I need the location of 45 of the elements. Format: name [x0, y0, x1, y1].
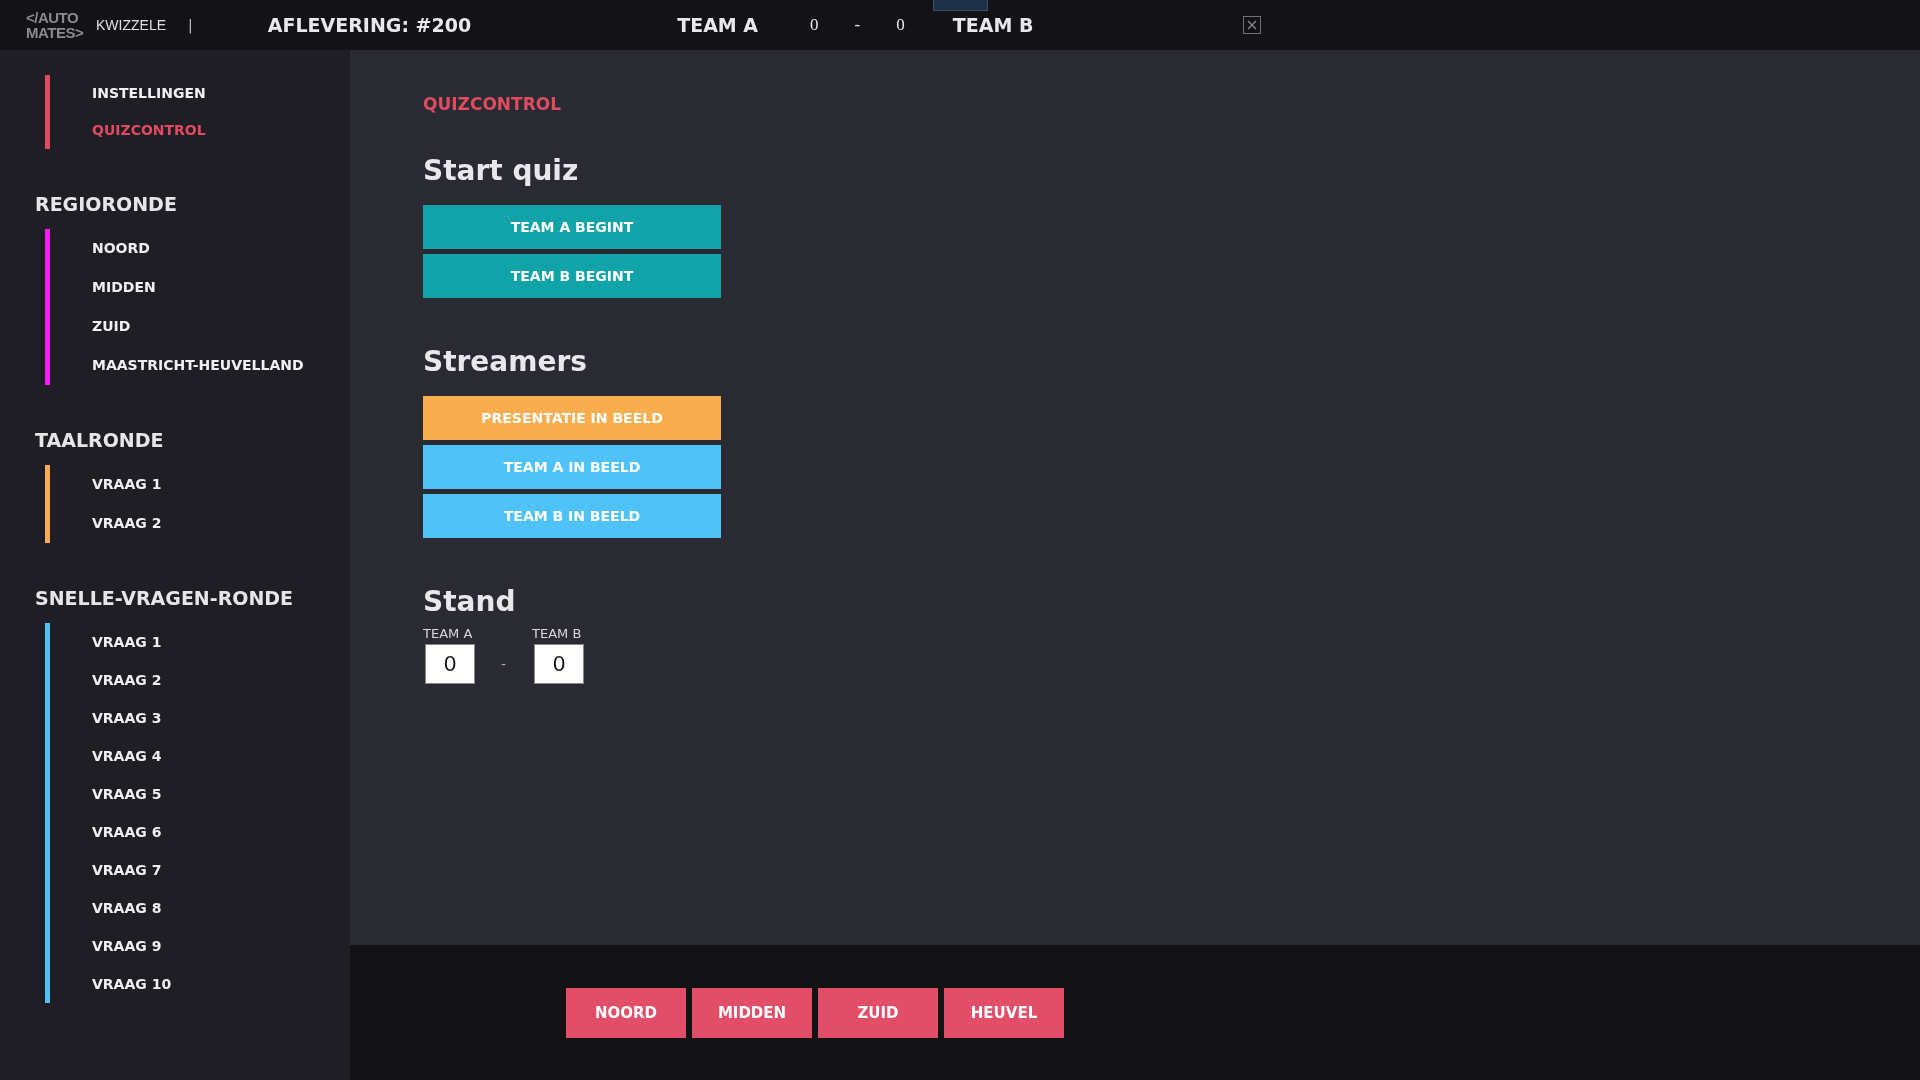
score: 0 [896, 15, 905, 35]
close-icon [1246, 19, 1259, 31]
section-heading: TAALRONDE [35, 429, 165, 451]
sidebar-item[interactable]: MIDDEN [92, 268, 304, 307]
team-label: TEAM A [423, 626, 474, 641]
sidebar-item[interactable]: ZUID [92, 307, 304, 346]
sidebar-item[interactable]: VRAAG 9 [92, 927, 172, 965]
score: 0 [810, 15, 819, 35]
sidebar-item[interactable]: VRAAG 6 [92, 813, 172, 851]
region-button[interactable]: HEUVEL [944, 987, 1064, 1038]
separator: | [188, 17, 193, 33]
episode-title: AFLEVERING: #200 [267, 14, 472, 36]
close-button[interactable] [1243, 16, 1262, 34]
sidebar-item[interactable]: VRAAG 4 [92, 737, 172, 775]
sidebar-item[interactable]: VRAAG 10 [92, 965, 172, 1003]
sidebar-item[interactable]: VRAAG 1 [92, 465, 162, 504]
sidebar-item[interactable]: VRAAG 7 [92, 851, 172, 889]
region-button[interactable]: NOORD [566, 987, 686, 1038]
team-name: TEAM A [677, 14, 759, 36]
score-separator: - [501, 656, 507, 672]
sidebar-item[interactable]: VRAAG 5 [92, 775, 172, 813]
team-label: TEAM B [532, 626, 583, 641]
section-heading: Stand [423, 585, 516, 618]
score-input[interactable]: 0 [425, 644, 475, 684]
sidebar-item[interactable]: VRAAG 8 [92, 889, 172, 927]
section-heading: Streamers [423, 345, 587, 378]
score-separator: - [854, 15, 861, 35]
score-input[interactable]: 0 [534, 644, 585, 684]
app-name: KWIZZELE [96, 17, 166, 33]
region-button[interactable]: MIDDEN [692, 987, 812, 1038]
logo: </AUTO MATES> [26, 10, 82, 40]
sidebar-item[interactable]: QUIZCONTROL [92, 112, 206, 149]
team-name: TEAM B [952, 14, 1034, 36]
sidebar-item[interactable]: INSTELLINGEN [92, 75, 206, 112]
sidebar-item[interactable]: MAASTRICHT-HEUVELLAND [92, 346, 304, 385]
sidebar-item[interactable]: VRAAG 3 [92, 699, 172, 737]
section-heading: SNELLE-VRAGEN-RONDE [35, 587, 295, 609]
section-heading: REGIORONDE [35, 193, 178, 215]
sidebar-item[interactable]: VRAAG 1 [92, 623, 172, 661]
sidebar-item[interactable]: VRAAG 2 [92, 504, 162, 543]
region-button[interactable]: ZUID [818, 987, 938, 1038]
sidebar-item[interactable]: VRAAG 2 [92, 661, 172, 699]
sidebar-item[interactable]: NOORD [92, 229, 304, 268]
page-title: QUIZCONTROL [423, 94, 562, 114]
section-heading: Start quiz [423, 154, 579, 187]
